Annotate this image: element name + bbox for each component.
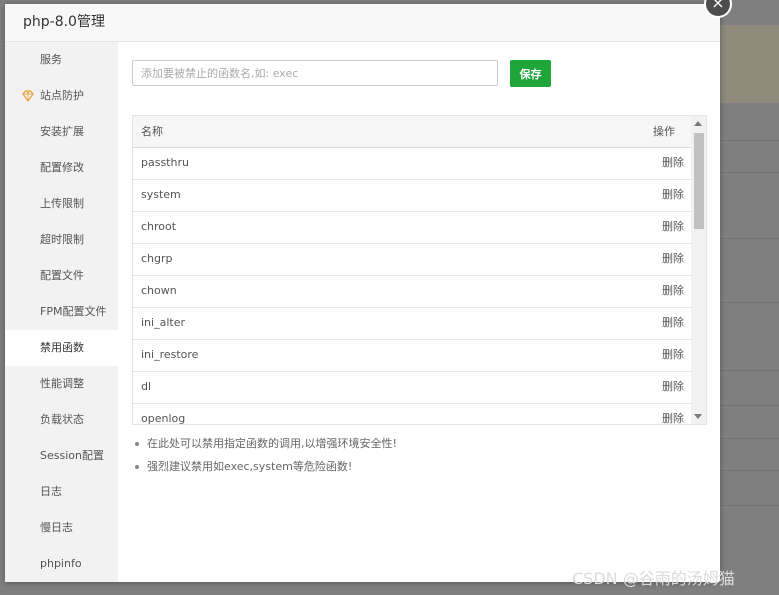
delete-link[interactable]: 删除 <box>662 212 684 242</box>
main-content: 保存 名称 操作 passthru 删除 system 删除 chroot 删除 ch… <box>118 42 720 582</box>
sidebar-item-install-extensions[interactable]: 安装扩展 <box>5 114 118 150</box>
sidebar-item-label: phpinfo <box>40 557 82 570</box>
sidebar-item-fpm-config-file[interactable]: FPM配置文件 <box>5 294 118 330</box>
sidebar-item-service[interactable]: 服务 <box>5 42 118 78</box>
sidebar-item-label: 安装扩展 <box>40 125 84 138</box>
scroll-thumb[interactable] <box>694 133 704 229</box>
function-name: passthru <box>141 156 189 169</box>
sidebar-item-label: 负载状态 <box>40 413 84 426</box>
sidebar-item-label: 禁用函数 <box>40 341 84 354</box>
sidebar-item-label: Session配置 <box>40 449 104 462</box>
function-name: chown <box>141 284 177 297</box>
table-row: chroot 删除 <box>133 212 691 244</box>
tip-item: 强烈建议禁用如exec,system等危险函数! <box>132 455 397 478</box>
delete-link[interactable]: 删除 <box>662 404 684 424</box>
sidebar-item-label: 慢日志 <box>40 521 73 534</box>
delete-link[interactable]: 删除 <box>662 372 684 402</box>
help-tips: 在此处可以禁用指定函数的调用,以增强环境安全性! 强烈建议禁用如exec,sys… <box>132 432 397 478</box>
sidebar-item-label: 服务 <box>40 53 62 66</box>
sidebar-item-label: 配置文件 <box>40 269 84 282</box>
sidebar-item-config-edit[interactable]: 配置修改 <box>5 150 118 186</box>
function-name: system <box>141 188 181 201</box>
column-header-name: 名称 <box>141 125 163 138</box>
sidebar-item-timeout-limit[interactable]: 超时限制 <box>5 222 118 258</box>
sidebar-item-site-protection[interactable]: 站点防护 <box>5 78 118 114</box>
table-row: dl 删除 <box>133 372 691 404</box>
sidebar-item-upload-limit[interactable]: 上传限制 <box>5 186 118 222</box>
background-divider <box>720 405 779 406</box>
disabled-functions-table: 名称 操作 passthru 删除 system 删除 chroot 删除 chgrp… <box>132 115 707 425</box>
sidebar-item-label: 超时限制 <box>40 233 84 246</box>
php-manager-dialog: php-8.0管理 × 服务 站点防护 安装扩展 配置修改 上传限制 超时限制 … <box>5 0 732 582</box>
tip-item: 在此处可以禁用指定函数的调用,以增强环境安全性! <box>132 432 397 455</box>
delete-link[interactable]: 删除 <box>662 276 684 306</box>
sidebar: 服务 站点防护 安装扩展 配置修改 上传限制 超时限制 配置文件 FPM配置文件… <box>5 42 118 582</box>
function-name-input[interactable] <box>132 60 498 86</box>
table-row: chown 删除 <box>133 276 691 308</box>
delete-link[interactable]: 删除 <box>662 340 684 370</box>
background-divider <box>720 505 779 506</box>
delete-link[interactable]: 删除 <box>662 244 684 274</box>
background-divider <box>720 438 779 439</box>
background-divider <box>720 302 779 303</box>
sidebar-item-label: 配置修改 <box>40 161 84 174</box>
scroll-down-arrow-icon[interactable] <box>694 414 702 419</box>
table-row: system 删除 <box>133 180 691 212</box>
sidebar-item-phpinfo[interactable]: phpinfo <box>5 546 118 582</box>
sidebar-item-performance[interactable]: 性能调整 <box>5 366 118 402</box>
sidebar-item-label: 站点防护 <box>40 89 84 102</box>
sidebar-item-label: FPM配置文件 <box>40 305 107 318</box>
dialog-title: php-8.0管理 <box>23 14 105 30</box>
background-divider <box>720 140 779 141</box>
save-button[interactable]: 保存 <box>510 60 551 87</box>
background-divider <box>720 470 779 471</box>
sidebar-item-logs[interactable]: 日志 <box>5 474 118 510</box>
function-name: chgrp <box>141 252 173 265</box>
background-divider <box>720 370 779 371</box>
background-divider <box>720 238 779 239</box>
function-name: ini_alter <box>141 316 185 329</box>
table-row: chgrp 删除 <box>133 244 691 276</box>
background-divider <box>720 172 779 173</box>
sidebar-item-label: 性能调整 <box>40 377 84 390</box>
scroll-up-arrow-icon[interactable] <box>694 121 702 126</box>
table-row: passthru 删除 <box>133 148 691 180</box>
sidebar-item-disabled-functions[interactable]: 禁用函数 <box>5 330 118 366</box>
sidebar-item-config-file[interactable]: 配置文件 <box>5 258 118 294</box>
watermark-text: CSDN @谷雨的汤姆猫 <box>572 569 735 588</box>
table-row: openlog 删除 <box>133 404 691 425</box>
delete-link[interactable]: 删除 <box>662 148 684 178</box>
dialog-header: php-8.0管理 <box>5 4 720 42</box>
function-name: dl <box>141 380 152 393</box>
sidebar-item-slow-logs[interactable]: 慢日志 <box>5 510 118 546</box>
sidebar-item-label: 日志 <box>40 485 62 498</box>
table-header: 名称 操作 <box>133 116 691 148</box>
table-scrollbar[interactable] <box>691 116 706 424</box>
table-row: ini_restore 删除 <box>133 340 691 372</box>
function-name: ini_restore <box>141 348 199 361</box>
delete-link[interactable]: 删除 <box>662 180 684 210</box>
function-name: openlog <box>141 412 186 425</box>
function-name: chroot <box>141 220 177 233</box>
delete-link[interactable]: 删除 <box>662 308 684 338</box>
sidebar-item-load-status[interactable]: 负载状态 <box>5 402 118 438</box>
sidebar-item-session-config[interactable]: Session配置 <box>5 438 118 474</box>
column-header-action: 操作 <box>653 125 675 138</box>
table-row: ini_alter 删除 <box>133 308 691 340</box>
background-banner <box>720 25 779 103</box>
gem-icon <box>22 90 34 103</box>
sidebar-item-label: 上传限制 <box>40 197 84 210</box>
